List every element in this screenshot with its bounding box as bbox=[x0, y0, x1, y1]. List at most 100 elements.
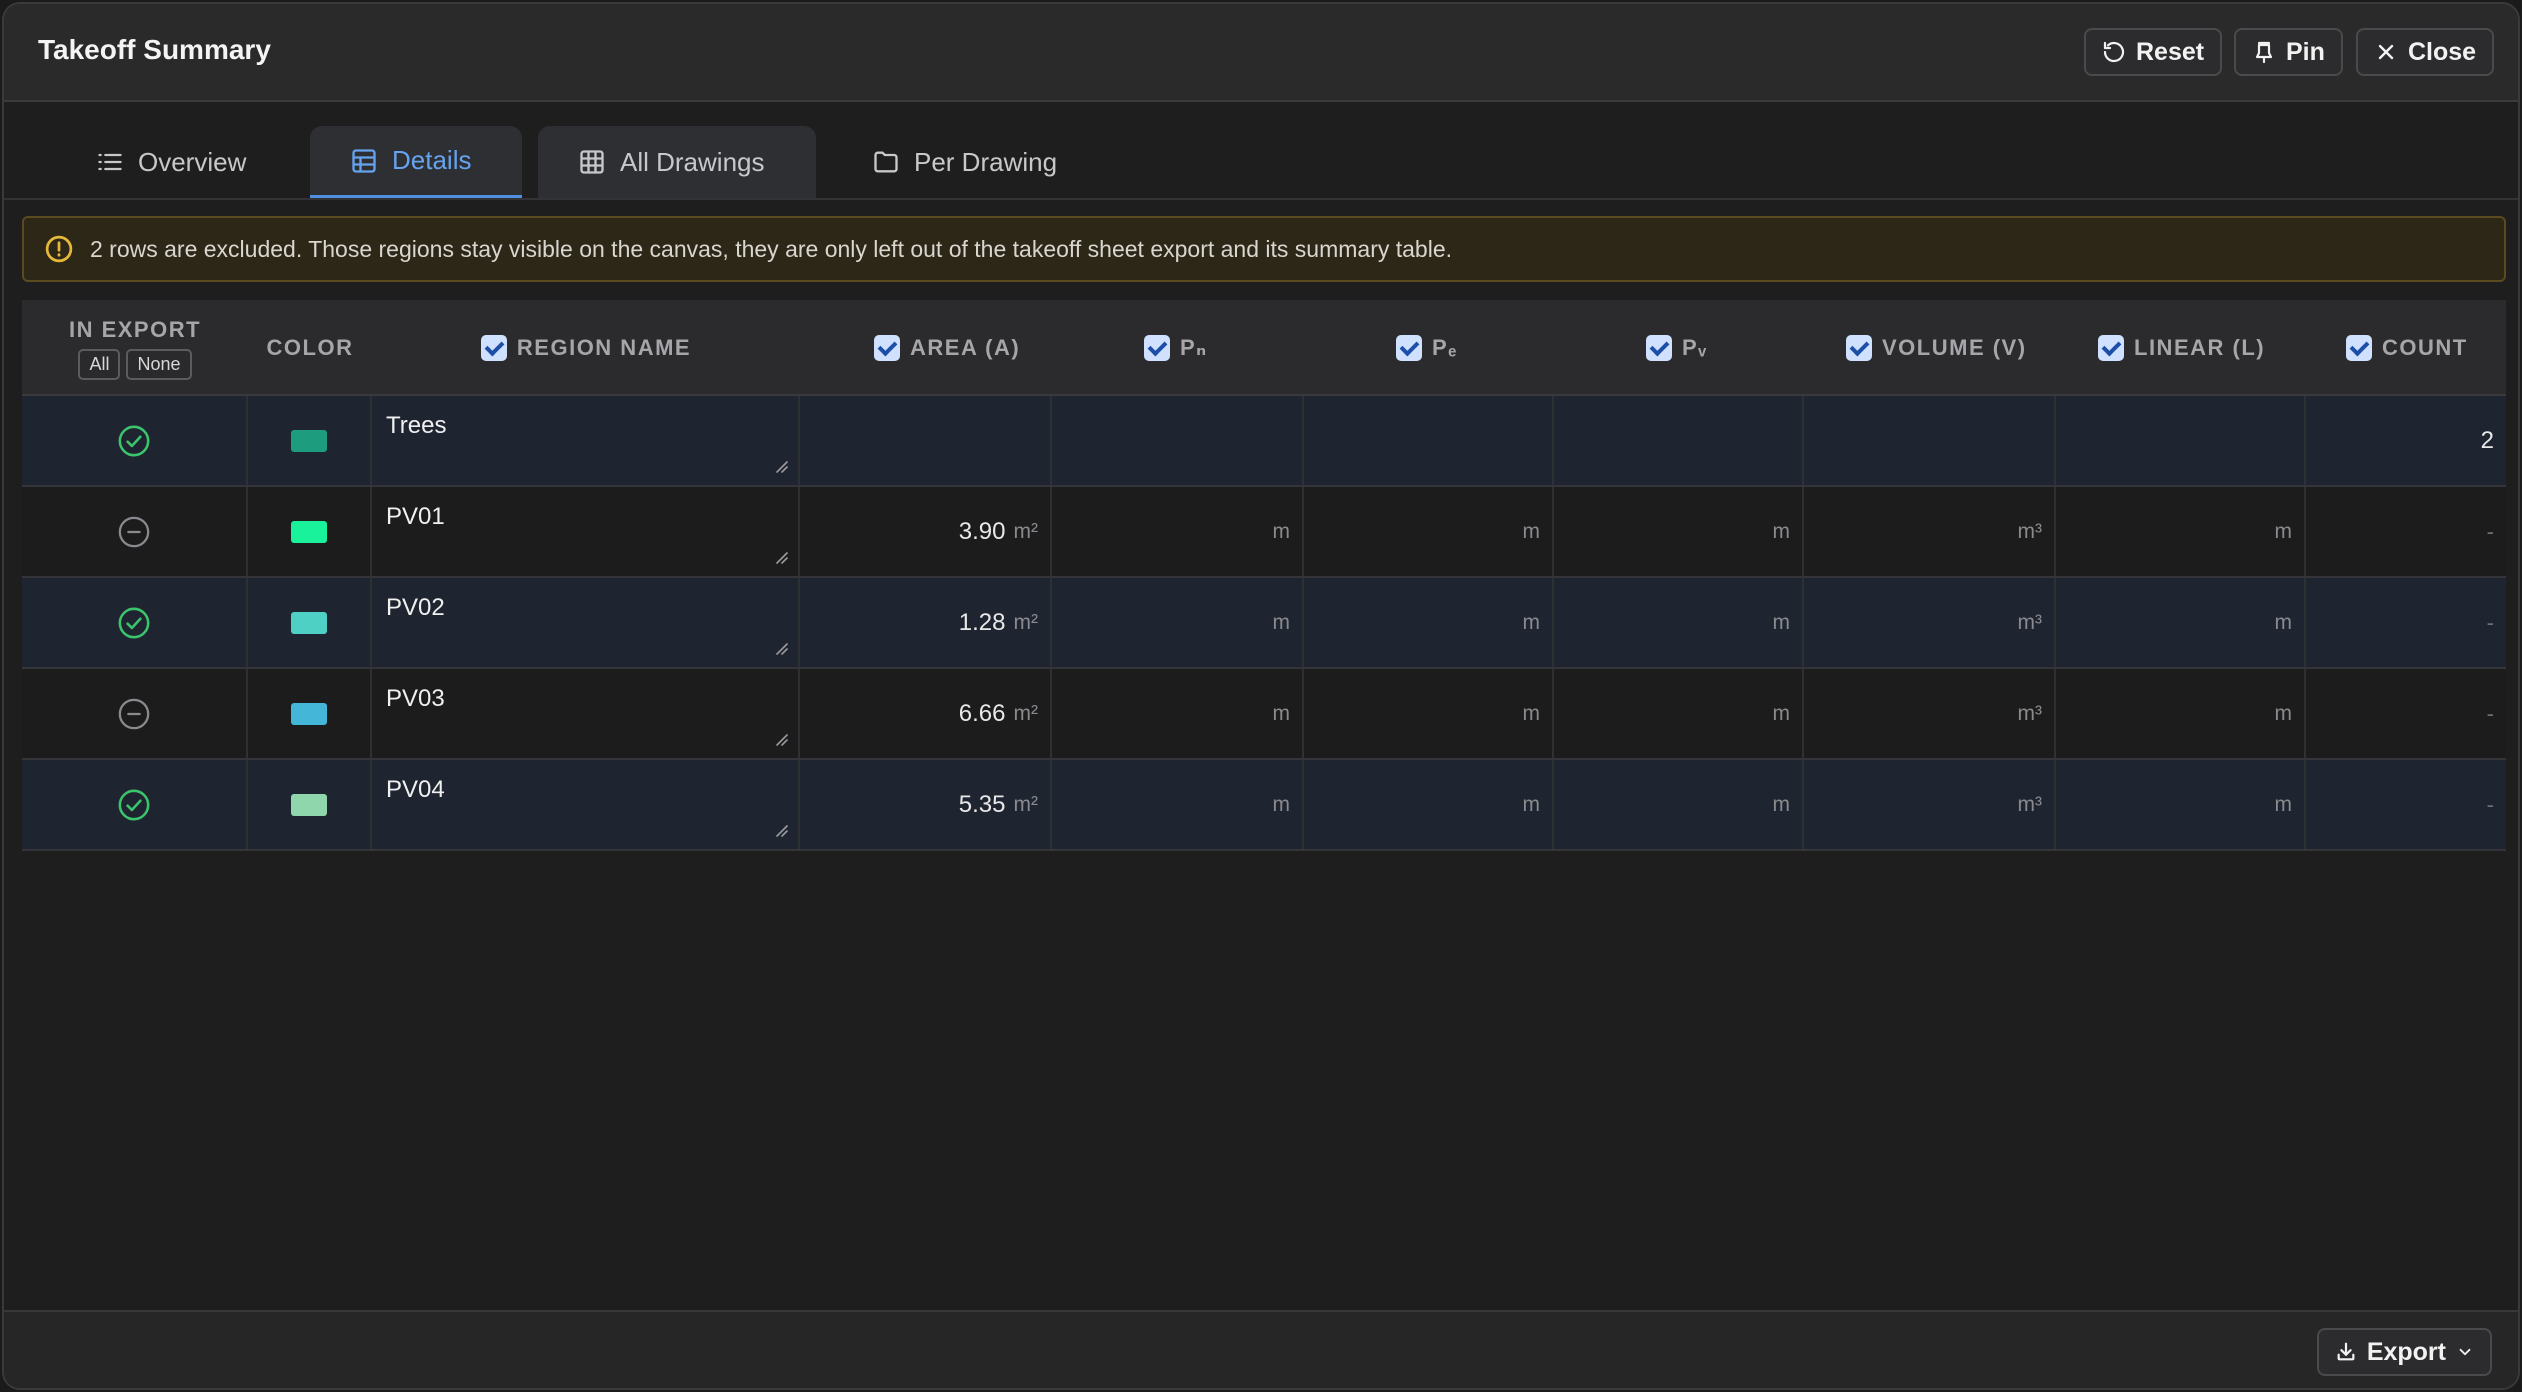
pe-checkbox[interactable] bbox=[1396, 335, 1422, 361]
region-name-text: PV01 bbox=[386, 503, 445, 530]
region-name-field[interactable]: Trees bbox=[372, 396, 800, 485]
select-none-button[interactable]: None bbox=[126, 348, 192, 380]
area-cell: 6.66 m² bbox=[800, 669, 1052, 758]
export-button[interactable]: Export bbox=[2316, 1328, 2492, 1376]
pv-value: m bbox=[1772, 610, 1791, 634]
resize-handle-icon[interactable] bbox=[774, 459, 788, 473]
region-name-field[interactable]: PV02 bbox=[372, 578, 800, 667]
col-count-label: COUNT bbox=[2382, 335, 2468, 360]
tab-details[interactable]: Details bbox=[310, 126, 522, 198]
resize-handle-icon[interactable] bbox=[774, 823, 788, 837]
volume-value: m³ bbox=[2017, 519, 2043, 543]
pin-button[interactable]: Pin bbox=[2234, 28, 2343, 76]
color-swatch[interactable] bbox=[291, 611, 327, 634]
close-icon bbox=[2378, 44, 2394, 60]
col-count: COUNT bbox=[2306, 300, 2506, 396]
color-swatch[interactable] bbox=[291, 429, 327, 452]
tab-details-label: Details bbox=[392, 145, 472, 175]
tab-overview[interactable]: Overview bbox=[56, 126, 286, 198]
area-unit: m² bbox=[1013, 610, 1039, 634]
folder-icon bbox=[874, 151, 898, 173]
region-name-field[interactable]: PV03 bbox=[372, 669, 800, 758]
pn-checkbox[interactable] bbox=[1144, 335, 1170, 361]
minus-circle-icon[interactable] bbox=[117, 697, 151, 731]
col-pe: Pₑ bbox=[1304, 300, 1554, 396]
col-volume: VOLUME (V) bbox=[1804, 300, 2056, 396]
pn-cell: m bbox=[1052, 760, 1304, 849]
pv-value: m bbox=[1772, 701, 1791, 725]
check-circle-icon[interactable] bbox=[117, 788, 151, 822]
pn-cell: m bbox=[1052, 578, 1304, 667]
resize-handle-icon[interactable] bbox=[774, 641, 788, 655]
select-all-button[interactable]: All bbox=[78, 348, 121, 380]
col-color-label: COLOR bbox=[266, 335, 354, 360]
volume-checkbox[interactable] bbox=[1846, 335, 1872, 361]
pn-value: m bbox=[1272, 610, 1291, 634]
region-name-field[interactable]: PV04 bbox=[372, 760, 800, 849]
count-value: - bbox=[2486, 518, 2494, 544]
check-circle-icon[interactable] bbox=[117, 606, 151, 640]
col-linear: LINEAR (L) bbox=[2056, 300, 2306, 396]
volume-cell: m³ bbox=[1804, 578, 2056, 667]
minus-circle-icon[interactable] bbox=[117, 515, 151, 549]
count-value: - bbox=[2486, 609, 2494, 635]
pn-cell: m bbox=[1052, 669, 1304, 758]
tab-all-drawings[interactable]: All Drawings bbox=[538, 126, 816, 198]
linear-cell bbox=[2056, 396, 2306, 485]
table-icon bbox=[352, 148, 376, 173]
linear-value: m bbox=[2274, 519, 2293, 543]
area-value: 5.35 bbox=[958, 790, 1006, 818]
tab-bar: Overview Details All Drawings Per Drawin… bbox=[4, 102, 2518, 200]
in-export-cell bbox=[22, 760, 248, 849]
close-button[interactable]: Close bbox=[2356, 28, 2495, 76]
linear-cell: m bbox=[2056, 487, 2306, 576]
dialog-title: Takeoff Summary bbox=[38, 34, 271, 65]
volume-value: m³ bbox=[2017, 701, 2043, 725]
chevron-down-icon bbox=[2459, 1348, 2471, 1356]
table-header: IN EXPORT All None COLOR REGION NAME AREA… bbox=[22, 300, 2506, 396]
area-cell: 3.90 m² bbox=[800, 487, 1052, 576]
reset-icon bbox=[2103, 41, 2125, 63]
count-checkbox[interactable] bbox=[2346, 335, 2372, 361]
color-swatch[interactable] bbox=[291, 520, 327, 543]
color-swatch[interactable] bbox=[291, 702, 327, 725]
linear-value: m bbox=[2274, 792, 2293, 816]
count-cell: - bbox=[2306, 760, 2506, 849]
pe-cell: m bbox=[1304, 487, 1554, 576]
resize-handle-icon[interactable] bbox=[774, 550, 788, 564]
linear-value: m bbox=[2274, 610, 2293, 634]
volume-cell: m³ bbox=[1804, 487, 2056, 576]
area-unit: m² bbox=[1013, 792, 1039, 816]
tab-per-drawing[interactable]: Per Drawing bbox=[832, 126, 1097, 198]
notice-text: 2 rows are excluded. Those regions stay … bbox=[90, 235, 1453, 262]
list-icon bbox=[98, 153, 122, 171]
area-checkbox[interactable] bbox=[874, 335, 900, 361]
pn-cell: m bbox=[1052, 487, 1304, 576]
details-table: IN EXPORT All None COLOR REGION NAME AREA… bbox=[22, 300, 2506, 851]
col-region-name-label: REGION NAME bbox=[516, 335, 692, 360]
in-export-cell bbox=[22, 578, 248, 667]
pn-cell bbox=[1052, 396, 1304, 485]
area-value: 6.66 bbox=[958, 699, 1006, 727]
pin-icon bbox=[2255, 41, 2273, 64]
region-name-text: PV03 bbox=[386, 685, 445, 712]
pe-cell: m bbox=[1304, 669, 1554, 758]
col-pe-label: Pₑ bbox=[1432, 335, 1458, 360]
check-circle-icon[interactable] bbox=[117, 424, 151, 458]
in-export-cell bbox=[22, 487, 248, 576]
pv-checkbox[interactable] bbox=[1646, 335, 1672, 361]
pn-value: m bbox=[1272, 792, 1291, 816]
volume-cell: m³ bbox=[1804, 669, 2056, 758]
count-cell: - bbox=[2306, 578, 2506, 667]
col-linear-label: LINEAR (L) bbox=[2134, 335, 2266, 360]
resize-handle-icon[interactable] bbox=[774, 732, 788, 746]
col-volume-label: VOLUME (V) bbox=[1882, 335, 2027, 360]
region-name-field[interactable]: PV01 bbox=[372, 487, 800, 576]
region-name-checkbox[interactable] bbox=[480, 335, 507, 361]
col-pn: Pₙ bbox=[1052, 300, 1304, 396]
color-swatch[interactable] bbox=[291, 793, 327, 816]
pv-cell: m bbox=[1554, 669, 1804, 758]
linear-checkbox[interactable] bbox=[2098, 335, 2124, 361]
table-row: PV01 3.90 m² m m m m³ m - bbox=[22, 487, 2506, 578]
reset-button[interactable]: Reset bbox=[2084, 28, 2223, 76]
